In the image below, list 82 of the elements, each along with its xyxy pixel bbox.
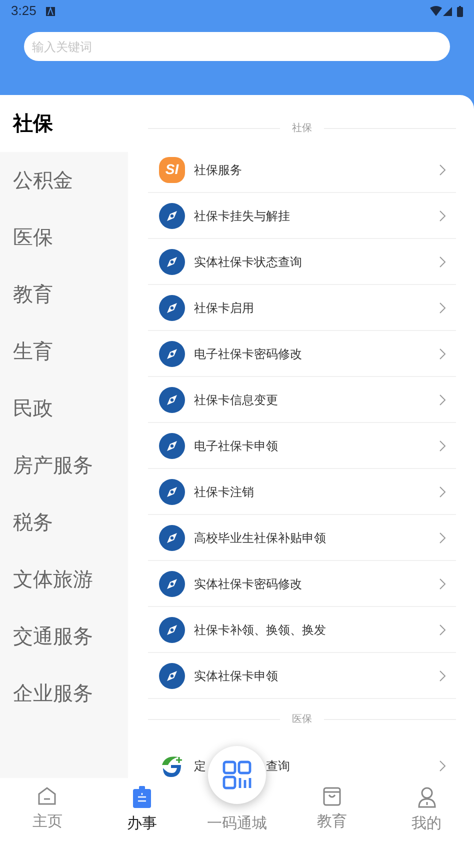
item-label: 实体社保卡密码修改 bbox=[194, 576, 303, 592]
item-label: 社保服务 bbox=[194, 162, 243, 178]
sidebar-item[interactable]: 文体旅游 bbox=[13, 564, 93, 594]
chevron-right-icon bbox=[439, 440, 446, 452]
service-item[interactable]: 社保卡启用 bbox=[148, 285, 456, 331]
sidebar-item[interactable]: 税务 bbox=[13, 508, 53, 538]
service-item[interactable]: SI 社保服务 bbox=[148, 147, 456, 193]
compass-icon bbox=[159, 340, 185, 366]
shopping-bag-icon bbox=[322, 786, 342, 806]
person-icon bbox=[416, 786, 437, 808]
sidebar-item[interactable]: 教育 bbox=[13, 280, 53, 310]
compass-icon bbox=[159, 248, 185, 274]
nav-tab[interactable]: 一码通城 bbox=[190, 804, 284, 842]
section-title: 医保 bbox=[292, 712, 312, 726]
status-time: 3:25 bbox=[11, 2, 36, 20]
item-label: 高校毕业生社保补贴申领 bbox=[194, 530, 327, 546]
item-label: 定 bbox=[194, 758, 206, 775]
qr-code-icon bbox=[222, 760, 252, 790]
sidebar-item[interactable]: 房产服务 bbox=[13, 450, 93, 480]
service-item[interactable]: 高校毕业生社保补贴申领 bbox=[148, 515, 456, 561]
notification-icon bbox=[46, 6, 56, 16]
service-item[interactable]: 电子社保卡密码修改 bbox=[148, 331, 456, 377]
logo-text: SI bbox=[165, 160, 179, 179]
item-label: 电子社保卡申领 bbox=[194, 438, 279, 454]
chevron-right-icon bbox=[439, 164, 446, 176]
sidebar-item[interactable]: 交通服务 bbox=[13, 622, 93, 652]
nav-tab[interactable]: 主页 bbox=[0, 778, 95, 842]
chevron-right-icon bbox=[439, 670, 446, 682]
compass-icon bbox=[159, 616, 185, 642]
item-label: 查询 bbox=[266, 758, 291, 775]
item-label: 实体社保卡状态查询 bbox=[194, 254, 303, 270]
sidebar-item[interactable]: 企业服务 bbox=[13, 678, 93, 708]
section-title: 社保 bbox=[292, 122, 312, 136]
compass-icon bbox=[159, 524, 185, 550]
chevron-right-icon bbox=[439, 256, 446, 268]
service-item[interactable]: 社保卡挂失与解挂 bbox=[148, 193, 456, 239]
compass-icon bbox=[159, 294, 185, 320]
item-label: 社保卡启用 bbox=[194, 300, 255, 316]
service-item[interactable]: 实体社保卡申领 bbox=[148, 653, 456, 699]
compass-icon bbox=[159, 570, 185, 596]
battery-icon bbox=[457, 6, 463, 16]
item-label: 社保卡挂失与解挂 bbox=[194, 208, 291, 224]
chevron-right-icon bbox=[439, 210, 446, 222]
sidebar-item[interactable]: 生育 bbox=[13, 336, 53, 366]
compass-icon bbox=[159, 432, 185, 458]
chevron-right-icon bbox=[439, 348, 446, 360]
chevron-right-icon bbox=[439, 302, 446, 314]
compass-icon bbox=[159, 386, 185, 412]
sidebar-item[interactable]: 医保 bbox=[13, 222, 53, 252]
service-item[interactable]: 社保卡信息变更 bbox=[148, 377, 456, 423]
chevron-right-icon bbox=[439, 760, 446, 772]
service-item[interactable]: 实体社保卡状态查询 bbox=[148, 239, 456, 285]
compass-icon bbox=[159, 662, 185, 688]
sidebar-item[interactable]: 社保 bbox=[13, 108, 53, 138]
service-item[interactable]: 社保卡补领、换领、换发 bbox=[148, 607, 456, 653]
nav-tab[interactable]: 我的 bbox=[379, 778, 474, 842]
nav-tab[interactable]: 教育 bbox=[284, 778, 380, 842]
item-label: 社保卡注销 bbox=[194, 484, 255, 500]
chevron-right-icon bbox=[439, 394, 446, 406]
clipboard-icon bbox=[132, 786, 152, 808]
service-item[interactable]: 社保卡注销 bbox=[148, 469, 456, 515]
sidebar-item[interactable]: 公积金 bbox=[13, 166, 73, 196]
compass-icon bbox=[159, 202, 185, 228]
home-icon bbox=[37, 786, 58, 806]
service-item[interactable]: 电子社保卡申领 bbox=[148, 423, 456, 469]
chevron-right-icon bbox=[439, 486, 446, 498]
service-item[interactable]: 实体社保卡密码修改 bbox=[148, 561, 456, 607]
item-label: 社保卡补领、换领、换发 bbox=[194, 622, 327, 638]
item-label: 社保卡信息变更 bbox=[194, 392, 279, 408]
search-field[interactable]: 输入关键词 bbox=[24, 32, 450, 61]
service-item[interactable]: 定 查询 bbox=[148, 743, 456, 778]
chevron-right-icon bbox=[439, 532, 446, 544]
wifi-icon bbox=[430, 6, 442, 16]
compass-icon bbox=[159, 478, 185, 504]
sidebar-item[interactable]: 民政 bbox=[13, 394, 53, 424]
item-label: 实体社保卡申领 bbox=[194, 668, 279, 684]
item-label: 电子社保卡密码修改 bbox=[194, 346, 303, 362]
qr-code-button[interactable] bbox=[208, 746, 266, 804]
chevron-right-icon bbox=[439, 578, 446, 590]
chevron-right-icon bbox=[439, 624, 446, 636]
nav-tab[interactable]: 办事 bbox=[94, 778, 190, 842]
signal-icon bbox=[443, 6, 452, 16]
